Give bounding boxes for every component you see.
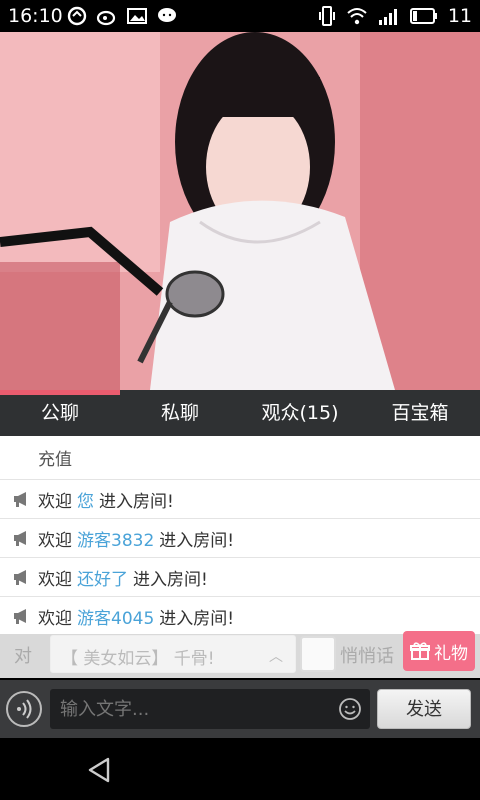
message-prefix: 欢迎 [38, 491, 72, 512]
gift-label: 礼物 [434, 643, 468, 664]
sync-icon [67, 6, 87, 26]
tab-label: 私聊 [160, 402, 199, 424]
message-prefix: 欢迎 [38, 569, 72, 590]
clock: 16:10 [8, 5, 63, 27]
message-user-name[interactable]: 还好了 [77, 565, 128, 590]
tab-treasure-box[interactable]: 百宝箱 [360, 390, 480, 436]
whisper-label: 悄悄话 [340, 646, 394, 667]
battery-icon [409, 8, 437, 24]
message-input[interactable] [50, 689, 370, 729]
megaphone-icon [14, 609, 26, 624]
send-button[interactable]: 发送 [377, 689, 471, 729]
tab-public-chat[interactable]: 公聊 [0, 390, 120, 436]
image-icon [127, 8, 147, 24]
message-suffix: 进入房间! [99, 491, 174, 512]
chevron-up-icon: ︿ [269, 649, 283, 665]
whisper-checkbox[interactable] [300, 636, 336, 672]
recipient-value: 【 美女如云】 千骨! [61, 649, 215, 669]
wechat-icon [158, 8, 176, 22]
message-user-name[interactable]: 游客4045 [77, 604, 154, 629]
to-label: 对 [14, 646, 32, 667]
list-item: 欢迎 游客3832 进入房间! [0, 519, 480, 558]
voice-button[interactable] [6, 691, 42, 727]
message-suffix: 进入房间! [159, 608, 235, 629]
message-suffix: 进入房间! [159, 530, 235, 551]
gift-icon [410, 642, 430, 660]
message-prefix: 欢迎 [38, 530, 72, 551]
tab-label: 观众(15) [261, 402, 339, 424]
message-suffix: 进入房间! [133, 569, 208, 590]
chat-list[interactable]: 充值 欢迎 您 进入房间! 欢迎 游客3832 进入房间! 欢迎 还好了 进入房… [0, 436, 480, 634]
active-tab-indicator [0, 390, 120, 395]
recipient-select[interactable]: 【 美女如云】 千骨! ︿ [50, 635, 296, 673]
battery-level: 11 [447, 5, 472, 27]
list-item: 欢迎 您 进入房间! [0, 480, 480, 519]
tab-label: 公聊 [40, 402, 79, 424]
message-user-name[interactable]: 您 [77, 487, 94, 512]
send-label: 发送 [406, 699, 442, 720]
list-item: 欢迎 游客4045 进入房间! [0, 597, 480, 634]
weibo-icon [96, 10, 116, 26]
megaphone-icon [14, 570, 26, 585]
vibrate-icon [318, 6, 335, 26]
list-item: 欢迎 还好了 进入房间! [0, 558, 480, 597]
chat-tabs: 公聊 私聊 观众(15) 百宝箱 [0, 390, 480, 436]
tab-private-chat[interactable]: 私聊 [120, 390, 240, 436]
signal-icon [378, 9, 397, 25]
video-frame [0, 32, 480, 390]
emoji-icon[interactable] [338, 697, 362, 721]
input-bar: 发送 [0, 680, 480, 738]
message-user-name[interactable]: 游客3832 [77, 526, 154, 551]
tab-audience[interactable]: 观众(15) [240, 390, 360, 436]
recharge-label: 充值 [38, 450, 72, 470]
status-bar: 16:10 11 [0, 0, 480, 32]
back-icon[interactable] [86, 756, 112, 784]
voice-icon [17, 699, 32, 719]
system-nav-bar [0, 738, 480, 800]
megaphone-icon [14, 531, 26, 546]
recharge-link[interactable]: 充值 [0, 436, 480, 480]
live-video[interactable] [0, 32, 480, 390]
megaphone-icon [14, 492, 26, 507]
wifi-icon [347, 8, 367, 25]
gift-button[interactable]: 礼物 [403, 631, 475, 671]
tab-label: 百宝箱 [391, 402, 449, 424]
message-prefix: 欢迎 [38, 608, 72, 629]
